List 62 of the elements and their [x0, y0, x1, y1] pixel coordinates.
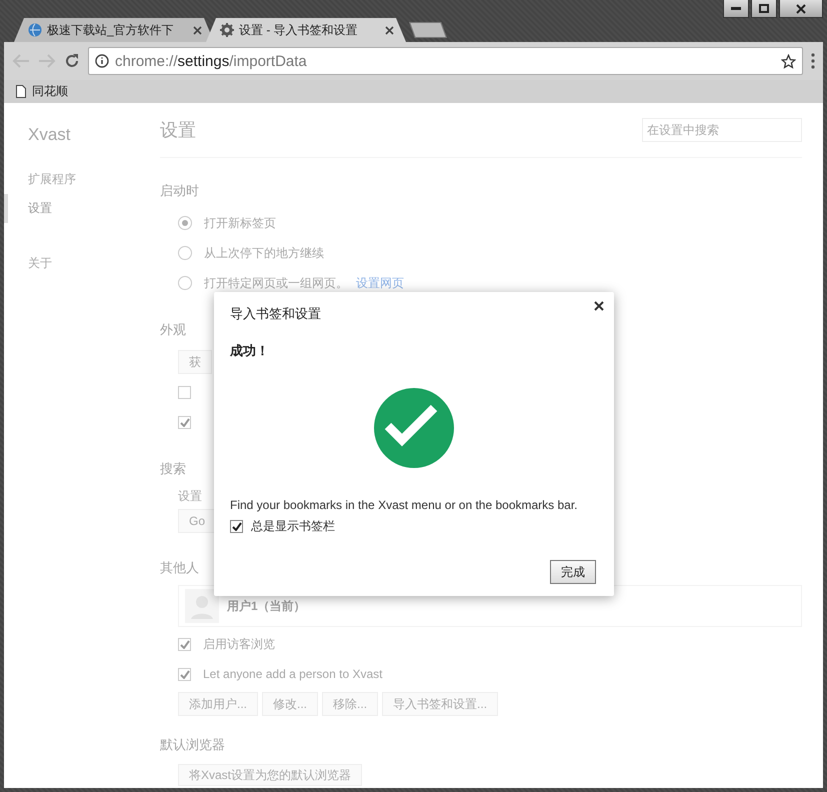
sidebar-item[interactable]: 关于	[4, 249, 160, 278]
checkbox[interactable]	[178, 668, 191, 680]
maximize-icon	[759, 4, 769, 13]
page-title: 设置	[160, 119, 196, 142]
user-name: 用户1（当前）	[227, 598, 306, 614]
setting-text: 设置	[178, 488, 202, 504]
checkbox[interactable]	[178, 638, 191, 650]
checkbox[interactable]	[178, 416, 191, 428]
checkbox-label: 启用访客浏览	[203, 636, 275, 652]
sidebar-item[interactable]: 设置	[4, 194, 160, 223]
checkbox[interactable]	[178, 386, 191, 398]
success-text: 成功！	[230, 342, 270, 360]
page-icon	[16, 85, 26, 98]
star-icon[interactable]	[781, 54, 796, 68]
settings-button[interactable]: 将Xvast设置为您的默认浏览器	[178, 764, 362, 786]
close-button[interactable]	[779, 0, 823, 18]
close-icon[interactable]	[193, 26, 202, 34]
section-heading: 其他人	[160, 559, 199, 577]
radio-label: 打开特定网页或一组网页。	[204, 274, 348, 292]
menu-icon[interactable]	[811, 53, 815, 69]
settings-button[interactable]: 添加用户...	[178, 692, 258, 716]
settings-button[interactable]: 修改...	[262, 692, 318, 716]
tab-title: 极速下载站_官方软件下	[47, 22, 175, 38]
sidebar-item[interactable]: 扩展程序	[4, 165, 160, 194]
minimize-button[interactable]	[723, 0, 749, 18]
reload-icon[interactable]	[64, 53, 80, 69]
radio-label: 打开新标签页	[204, 214, 276, 232]
section-heading: 启动时	[160, 182, 199, 200]
search-field[interactable]: 在设置中搜索	[642, 118, 802, 142]
maximize-button[interactable]	[751, 0, 777, 18]
radio-button[interactable]	[178, 216, 192, 230]
settings-button[interactable]: 导入书签和设置...	[382, 692, 498, 716]
new-tab-button[interactable]	[409, 22, 447, 38]
close-icon[interactable]	[594, 301, 604, 311]
radio-button[interactable]	[178, 276, 192, 290]
gear-icon	[220, 23, 234, 37]
minimize-icon	[731, 6, 741, 10]
done-button[interactable]: 完成	[550, 560, 596, 584]
radio-label: 从上次停下的地方继续	[204, 244, 324, 262]
dialog-message: Find your bookmarks in the Xvast menu or on the bookmarks bar.	[230, 498, 579, 512]
check-circle-icon	[374, 388, 454, 468]
brand-name: Xvast	[27, 125, 72, 146]
section-heading: 外观	[160, 321, 186, 339]
settings-button[interactable]: Go	[178, 509, 216, 533]
checkbox-label: 总是显示书签栏	[251, 518, 335, 535]
close-icon	[796, 4, 806, 14]
globe-icon	[28, 23, 42, 37]
address-bar[interactable]: chrome://settings/importData	[88, 47, 803, 75]
close-icon[interactable]	[385, 26, 394, 34]
settings-button[interactable]: 移除...	[322, 692, 378, 716]
tab-title: 设置 - 导入书签和设置	[239, 22, 359, 38]
dialog-title: 导入书签和设置	[230, 305, 322, 323]
bookmark-item[interactable]: 同花顺	[32, 83, 68, 100]
set-pages-link[interactable]: 设置网页	[356, 274, 404, 292]
checkbox-label: Let anyone add a person to Xvast	[203, 667, 382, 681]
browser-tab[interactable]: 设置 - 导入书签和设置	[206, 18, 406, 42]
section-heading: 搜索	[160, 460, 186, 478]
settings-button[interactable]: 获	[178, 350, 212, 374]
radio-button[interactable]	[178, 246, 192, 260]
checkbox[interactable]	[230, 520, 243, 533]
info-icon	[95, 54, 109, 68]
section-heading: 默认浏览器	[160, 736, 225, 754]
